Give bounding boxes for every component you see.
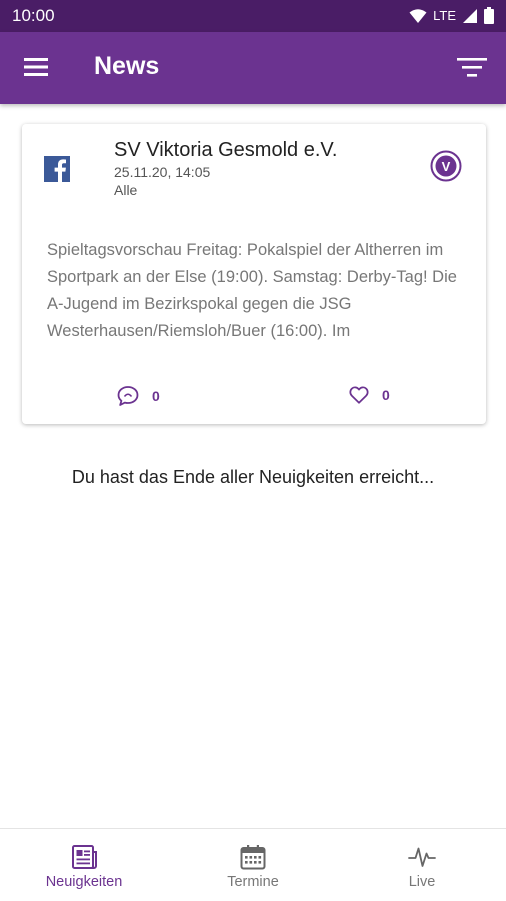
club-logo: V xyxy=(430,150,462,182)
filter-icon[interactable] xyxy=(456,54,488,80)
status-icons: LTE xyxy=(409,7,494,24)
comment-button[interactable]: 0 xyxy=(116,384,160,408)
post-date: 25.11.20, 14:05 xyxy=(114,164,211,180)
end-of-feed-message: Du hast das Ende aller Neuigkeiten errei… xyxy=(71,467,435,487)
nav-item-neuigkeiten[interactable]: Neuigkeiten xyxy=(0,829,168,901)
nav-label-live: Live xyxy=(408,874,436,890)
news-card[interactable]: SV Viktoria Gesmold e.V. 25.11.20, 14:05… xyxy=(22,124,486,424)
nav-item-termine[interactable]: Termine xyxy=(169,829,337,901)
newspaper-icon xyxy=(72,845,97,869)
nav-label-neuigkeiten: Neuigkeiten xyxy=(45,874,123,890)
like-count: 0 xyxy=(382,387,390,403)
battery-icon xyxy=(484,7,494,24)
hamburger-menu-icon[interactable] xyxy=(24,56,50,78)
calendar-icon xyxy=(240,845,266,870)
status-bar: 10:00 LTE xyxy=(0,0,506,32)
bottom-navigation: Neuigkeiten Termine Live xyxy=(0,828,506,901)
like-button[interactable]: 0 xyxy=(348,384,390,406)
signal-icon xyxy=(463,8,477,23)
page-title: News xyxy=(94,52,160,80)
app-bar: News xyxy=(0,32,506,104)
club-name[interactable]: SV Viktoria Gesmold e.V. xyxy=(114,139,337,162)
status-time: 10:00 xyxy=(12,6,55,25)
club-logo-letter: V xyxy=(442,159,451,174)
pulse-icon xyxy=(408,847,436,867)
comment-count: 0 xyxy=(152,388,160,404)
heart-icon xyxy=(349,386,369,404)
facebook-icon xyxy=(44,156,70,182)
post-actions: 0 0 xyxy=(22,382,486,410)
nav-item-live[interactable]: Live xyxy=(338,829,506,901)
wifi-icon xyxy=(409,8,427,23)
post-audience: Alle xyxy=(114,182,138,198)
nav-label-termine: Termine xyxy=(227,874,279,890)
network-type: LTE xyxy=(433,8,456,23)
post-text: Spieltagsvorschau Freitag: Pokalspiel de… xyxy=(47,241,457,340)
comment-icon xyxy=(117,386,139,406)
